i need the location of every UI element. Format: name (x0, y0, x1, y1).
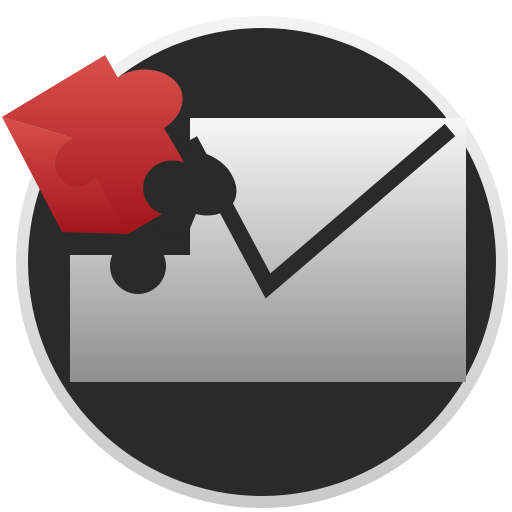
mail-plugin-app-icon (0, 0, 512, 512)
mail-plugin-icon (2, 16, 508, 508)
puzzle-socket-gap (112, 236, 190, 255)
